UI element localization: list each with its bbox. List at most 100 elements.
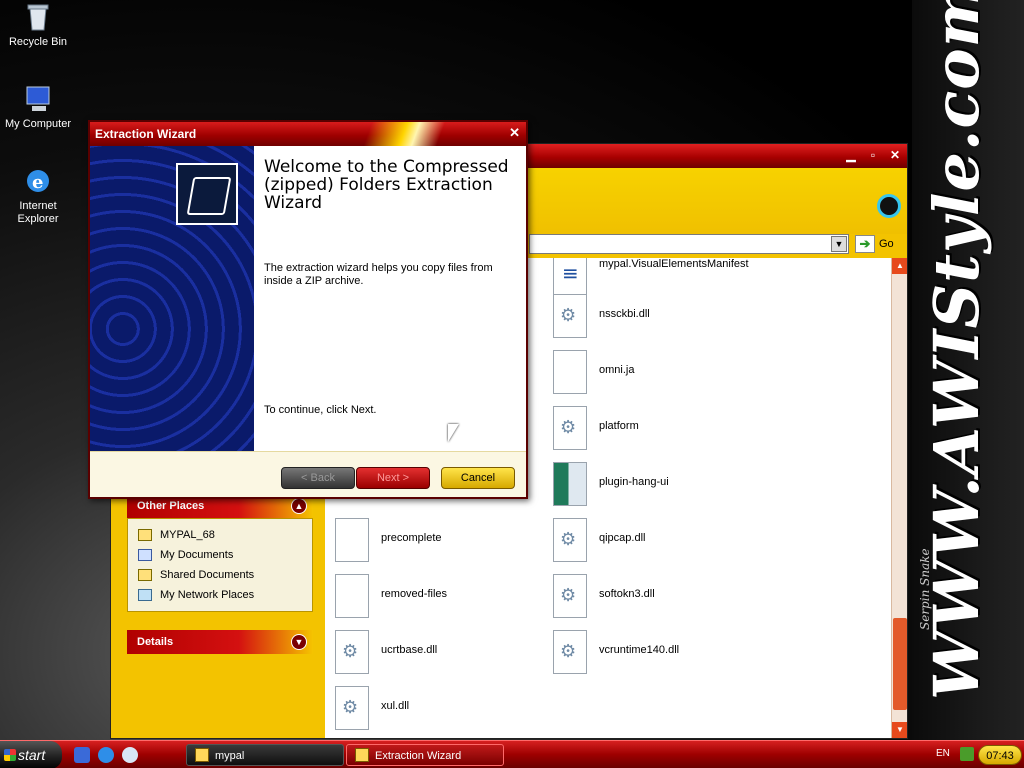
internet-explorer-quicklaunch-icon[interactable] <box>98 747 114 763</box>
minimize-button[interactable]: ▁ <box>843 147 859 163</box>
extraction-wizard-dialog: Extraction Wizard ✕ Welcome to the Compr… <box>88 120 528 499</box>
wizard-title: Extraction Wizard <box>95 127 197 141</box>
network-icon <box>138 589 152 601</box>
file-item[interactable]: nssckbi.dll <box>543 290 753 342</box>
file-name: mypal.VisualElementsManifest <box>599 258 749 270</box>
wizard-heading: Welcome to the Compressed (zipped) Folde… <box>264 157 509 213</box>
back-button[interactable]: < Back <box>281 467 355 489</box>
file-name: omni.ja <box>599 364 635 376</box>
dll-file-icon <box>553 294 587 338</box>
file-item[interactable]: vcruntime140.dll <box>543 626 753 678</box>
media-player-icon[interactable] <box>122 747 138 763</box>
dll-file-icon <box>335 630 369 674</box>
chevron-up-icon[interactable]: ▲ <box>291 498 307 514</box>
zip-icon <box>355 748 369 762</box>
brand-subtext: Serpin Snake <box>918 548 932 630</box>
wizard-banner <box>90 146 254 451</box>
desktop-icon-my-computer[interactable]: My Computer <box>0 84 76 131</box>
file-icon <box>335 518 369 562</box>
file-item[interactable]: qipcap.dll <box>543 514 753 566</box>
vertical-scrollbar[interactable]: ▲ ▼ <box>891 258 907 738</box>
file-item[interactable]: removed-files <box>325 570 535 622</box>
place-label: My Network Places <box>160 589 255 601</box>
other-places-item-mypal[interactable]: MYPAL_68 <box>138 525 304 545</box>
file-item[interactable]: precomplete <box>325 514 535 566</box>
other-places-item-my-documents[interactable]: My Documents <box>138 545 304 565</box>
wizard-description: The extraction wizard helps you copy fil… <box>264 262 493 287</box>
my-computer-icon <box>26 86 50 111</box>
close-icon[interactable]: ✕ <box>509 125 520 141</box>
wizard-continue-text: To continue, click Next. <box>264 404 377 416</box>
chevron-down-icon[interactable]: ▼ <box>291 634 307 650</box>
file-item[interactable]: xul.dll <box>325 682 535 734</box>
scroll-down-button[interactable]: ▼ <box>892 722 907 738</box>
taskbar-button-mypal[interactable]: mypal <box>186 744 344 766</box>
dll-file-icon <box>553 574 587 618</box>
file-item[interactable]: plugin-hang-ui <box>543 458 753 510</box>
address-bar: ▼ ➔ Go <box>529 234 909 256</box>
taskbar-button-extraction-wizard[interactable]: Extraction Wizard <box>346 744 504 766</box>
file-item[interactable]: ucrtbase.dll <box>325 626 535 678</box>
documents-icon <box>138 549 152 561</box>
desktop-icon-recycle-bin[interactable]: Recycle Bin <box>0 2 76 49</box>
internet-explorer-icon: e <box>27 170 49 193</box>
start-label: start <box>18 747 46 763</box>
details-title: Details <box>137 636 174 648</box>
place-label: My Documents <box>160 549 234 561</box>
close-button[interactable]: ✕ <box>887 147 903 163</box>
file-name: nssckbi.dll <box>599 308 650 320</box>
other-places-item-my-network-places[interactable]: My Network Places <box>138 585 304 605</box>
next-button[interactable]: Next > <box>356 467 430 489</box>
internet-explorer-label: Internet Explorer <box>17 200 59 225</box>
desktop-icon-internet-explorer[interactable]: e Internet Explorer <box>0 166 76 226</box>
my-computer-label: My Computer <box>4 118 72 130</box>
folder-icon <box>138 529 152 541</box>
recycle-bin-icon <box>27 4 49 31</box>
dll-file-icon <box>553 518 587 562</box>
task-label: Extraction Wizard <box>375 750 462 762</box>
file-item[interactable]: softokn3.dll <box>543 570 753 622</box>
task-pane: Other Places ▲ MYPAL_68 My Documents Sha… <box>127 494 313 654</box>
other-places-list: MYPAL_68 My Documents Shared Documents M… <box>127 518 313 612</box>
details-header[interactable]: Details ▼ <box>127 630 313 654</box>
file-icon <box>335 574 369 618</box>
maximize-button[interactable]: ▫ <box>865 147 881 163</box>
file-name: ucrtbase.dll <box>381 644 438 656</box>
other-places-item-shared-documents[interactable]: Shared Documents <box>138 565 304 585</box>
taskbar: start mypal Extraction Wizard EN 07:43 <box>0 740 1024 768</box>
zip-folder-icon <box>176 163 238 225</box>
file-name: vcruntime140.dll <box>599 644 680 656</box>
address-dropdown-button[interactable]: ▼ <box>831 236 847 252</box>
scroll-up-button[interactable]: ▲ <box>892 258 907 274</box>
application-icon <box>553 462 587 506</box>
system-tray: EN 07:43 <box>930 741 1024 768</box>
show-desktop-icon[interactable] <box>74 747 90 763</box>
file-name: qipcap.dll <box>599 532 646 544</box>
clock[interactable]: 07:43 <box>978 745 1022 765</box>
file-item[interactable]: omni.ja <box>543 346 753 398</box>
file-name: precomplete <box>381 532 442 544</box>
file-name: softokn3.dll <box>599 588 655 600</box>
windows-throbber-icon <box>877 194 901 218</box>
recycle-bin-label: Recycle Bin <box>8 36 68 48</box>
cancel-button[interactable]: Cancel <box>441 467 515 489</box>
address-input[interactable] <box>529 234 849 254</box>
scroll-thumb[interactable] <box>893 618 907 710</box>
wizard-footer: < Back Next > Cancel <box>90 451 526 497</box>
folder-icon <box>138 569 152 581</box>
dll-file-icon <box>553 406 587 450</box>
file-name: plugin-hang-ui <box>599 476 669 488</box>
network-tray-icon[interactable] <box>960 747 974 761</box>
dll-file-icon <box>335 686 369 730</box>
language-indicator[interactable]: EN <box>936 748 950 759</box>
mouse-pointer-icon <box>448 424 459 442</box>
wizard-titlebar[interactable]: Extraction Wizard ✕ <box>90 122 526 146</box>
place-label: MYPAL_68 <box>160 529 215 541</box>
windows-flag-icon <box>4 749 16 761</box>
place-label: Shared Documents <box>160 569 255 581</box>
file-item[interactable]: platform <box>543 402 753 454</box>
go-label[interactable]: Go <box>879 238 894 250</box>
go-arrow-icon[interactable]: ➔ <box>855 235 875 253</box>
task-label: mypal <box>215 750 245 762</box>
start-button[interactable]: start <box>0 741 62 768</box>
